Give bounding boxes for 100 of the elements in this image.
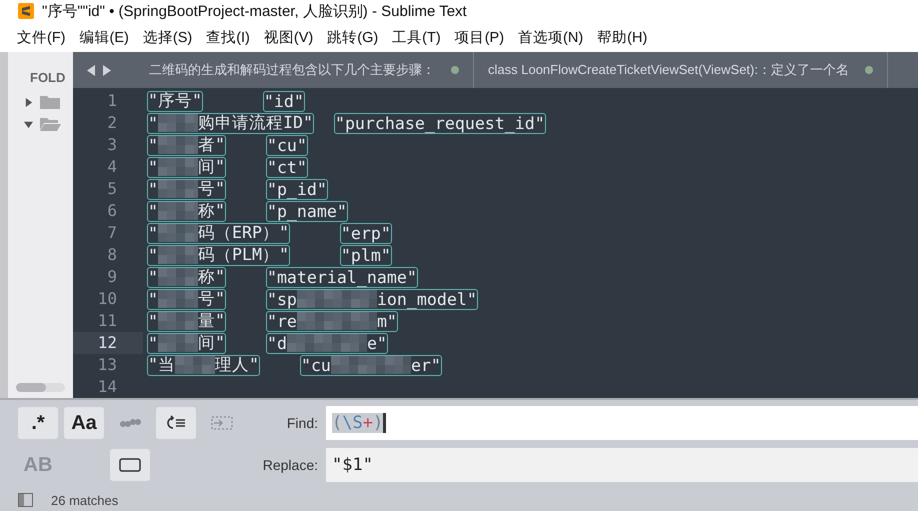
line-number: 12 xyxy=(73,332,143,354)
code-text: "purchase_request_id" xyxy=(334,114,545,132)
code-text: "当 xyxy=(148,354,175,376)
line-number: 5 xyxy=(106,178,118,200)
code-text: "ct" xyxy=(266,158,307,176)
code-text: " xyxy=(148,246,158,264)
code-text: 码（ERP）" xyxy=(198,222,289,244)
replace-field[interactable]: "$1" xyxy=(326,448,918,482)
line-number: 13 xyxy=(96,354,118,376)
code-text: " xyxy=(148,224,158,242)
code-text: 理人" xyxy=(215,354,259,376)
in-selection-icon xyxy=(211,416,233,430)
menu-item[interactable]: 首选项(N) xyxy=(511,28,590,46)
sidebar-header: FOLD xyxy=(29,69,66,87)
pixelated-blur xyxy=(158,224,198,242)
line-number: 4 xyxy=(106,156,118,178)
scrollbar[interactable] xyxy=(16,383,65,392)
line-number: 8 xyxy=(106,244,118,266)
code-text: "id" xyxy=(264,92,304,110)
code-text: "cu" xyxy=(266,136,307,154)
code-text: "sp xyxy=(266,290,297,308)
code-text: " xyxy=(148,114,158,132)
code-text: 间" xyxy=(198,332,225,354)
wrap-toggle[interactable] xyxy=(156,407,196,439)
pixelated-blur xyxy=(158,114,198,132)
code-text: 号" xyxy=(198,178,225,200)
code-text: "p_id" xyxy=(266,180,327,198)
line-number: 10 xyxy=(96,288,118,310)
code-text: ion_model" xyxy=(376,290,477,308)
code-text: " xyxy=(148,202,158,220)
menu-item[interactable]: 项目(P) xyxy=(448,28,512,46)
code-text: 号" xyxy=(198,288,225,310)
code-text: 间" xyxy=(198,156,225,178)
pixelated-blur xyxy=(158,136,198,154)
pixelated-blur xyxy=(158,268,198,286)
pixelated-blur xyxy=(158,180,198,198)
toggle-button[interactable]: .* xyxy=(18,407,58,439)
right-arrow-icon[interactable] xyxy=(102,64,111,76)
code-text: "p_name" xyxy=(266,202,347,220)
line-number: 9 xyxy=(106,266,118,288)
pixelated-blur xyxy=(158,158,198,176)
find-label: Find: xyxy=(286,415,319,431)
line-number: 2 xyxy=(106,112,118,134)
menu-item[interactable]: 查找(I) xyxy=(199,28,257,46)
code-text: "cu xyxy=(300,356,331,374)
code-text: 量" xyxy=(198,310,225,332)
quotes-icon xyxy=(119,418,141,428)
menu-item[interactable]: 跳转(G) xyxy=(320,28,386,46)
code-text: "plm" xyxy=(340,246,391,264)
line-number: 11 xyxy=(96,310,118,332)
match-count: 26 matches xyxy=(51,492,118,508)
code-text: "erp" xyxy=(340,224,391,242)
menu-item[interactable]: 视图(V) xyxy=(256,28,320,46)
expanded-arrow-icon[interactable] xyxy=(24,120,33,128)
code-text: " xyxy=(148,268,158,286)
menu-item[interactable]: 文件(F) xyxy=(10,28,73,46)
code-text: " xyxy=(148,158,158,176)
line-number: 6 xyxy=(106,200,118,222)
window-title: "序号""id" • (SpringBootProject-master, 人脸识别) - Sublime Text xyxy=(42,2,467,20)
pixelated-blur xyxy=(158,312,198,330)
line-number: 14 xyxy=(96,376,118,398)
toggle-button[interactable]: Aa xyxy=(64,407,104,439)
left-arrow-icon[interactable] xyxy=(87,64,96,76)
replace-label: Replace: xyxy=(262,457,319,473)
code-text: " xyxy=(148,312,158,330)
folder-icon xyxy=(39,94,61,110)
line-number: 1 xyxy=(106,90,118,112)
sidebar-toggle-icon[interactable] xyxy=(18,493,33,507)
code-text: 称" xyxy=(198,266,225,288)
frame-icon xyxy=(119,458,141,472)
pixelated-blur xyxy=(175,356,215,374)
pixelated-blur xyxy=(158,334,198,352)
menu-item[interactable]: 选择(S) xyxy=(136,28,200,46)
menu-item[interactable]: 帮助(H) xyxy=(590,28,654,46)
menu-item[interactable]: 编辑(E) xyxy=(72,28,136,46)
line-number: 3 xyxy=(106,134,118,156)
code-text: er" xyxy=(410,356,441,374)
open-folder-icon xyxy=(39,116,61,132)
code-text: e" xyxy=(366,334,387,352)
app-logo-icon xyxy=(18,3,34,19)
frame-toggle[interactable] xyxy=(110,449,150,481)
tab[interactable]: class LoonFlowCreateTicketViewSet(ViewSet):：定义了一个名 xyxy=(474,52,888,88)
tab-title: 二维码的生成和解码过程包含以下几个主要步骤： xyxy=(149,61,435,79)
code-text: 码（PLM）" xyxy=(198,244,289,266)
code-text: m" xyxy=(376,312,397,330)
code-text: 者" xyxy=(198,134,225,156)
code-text: " xyxy=(148,180,158,198)
pixelated-blur xyxy=(158,202,198,220)
menu-item[interactable]: 工具(T) xyxy=(385,28,448,46)
pixelated-blur xyxy=(158,290,198,308)
code-text: " xyxy=(148,136,158,154)
code-text: "序号" xyxy=(148,90,202,112)
tab[interactable]: 二维码的生成和解码过程包含以下几个主要步骤： xyxy=(135,52,474,88)
tab-title: class LoonFlowCreateTicketViewSet(ViewSet):：定义了一个名 xyxy=(488,61,849,79)
code-text: "d xyxy=(266,334,287,352)
code-text: " xyxy=(148,290,158,308)
collapsed-arrow-icon[interactable] xyxy=(24,98,33,106)
code-text: 购申请流程ID" xyxy=(198,112,313,134)
code-text: 称" xyxy=(198,200,225,222)
line-number: 7 xyxy=(106,222,118,244)
